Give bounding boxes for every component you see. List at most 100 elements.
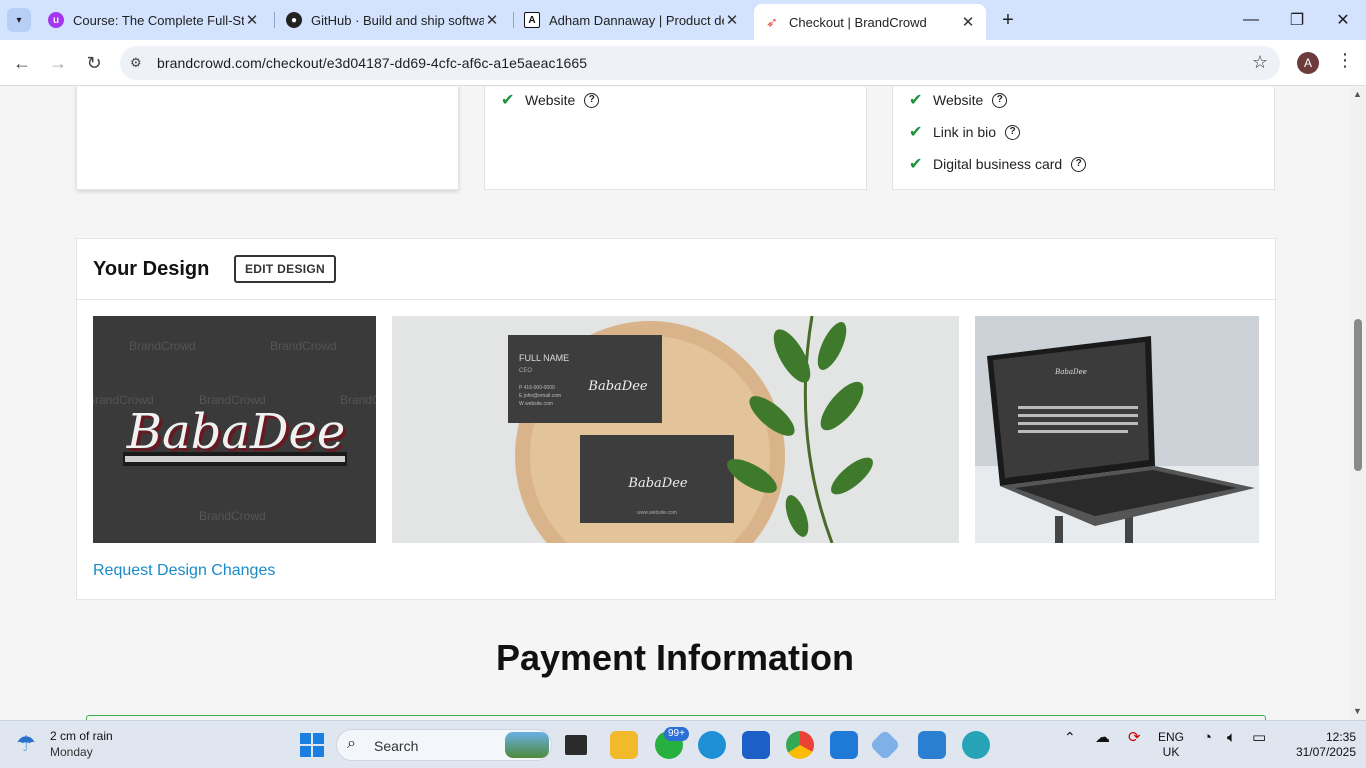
taskbar-search[interactable]: ⌕ Search xyxy=(336,729,552,761)
language-indicator[interactable]: ENG UK xyxy=(1158,730,1184,760)
feature-digital-business-card: ✔ Digital business card ? xyxy=(909,154,1087,174)
close-icon[interactable]: ✕ xyxy=(484,11,500,29)
scrollbar-thumb[interactable] xyxy=(1354,319,1362,471)
business-card-graphic: FULL NAME CEO P 416-000-0000 E john@emai… xyxy=(508,316,873,543)
tab-github[interactable]: ● GitHub · Build and ship software ✕ xyxy=(276,4,510,36)
search-label: Search xyxy=(374,738,419,754)
card-phone: P 416-000-0000 xyxy=(519,385,555,391)
brandcrowd-icon: ➶ xyxy=(766,13,778,30)
new-tab-button[interactable]: + xyxy=(996,8,1020,32)
desk-leg xyxy=(1125,516,1133,543)
help-icon[interactable]: ? xyxy=(1005,124,1021,140)
request-design-changes-link[interactable]: Request Design Changes xyxy=(93,562,275,580)
card-back-logo: BabaDee xyxy=(627,476,687,491)
card-name: FULL NAME xyxy=(519,353,569,363)
store-icon[interactable] xyxy=(742,731,770,759)
card-back-website: www.website.com xyxy=(637,510,677,516)
back-button[interactable]: ← xyxy=(10,51,34,75)
laptop-mockup-image[interactable]: BabaDee xyxy=(975,316,1259,543)
watermark-text: BrandCrowd xyxy=(129,339,196,353)
tab-title: Checkout | BrandCrowd xyxy=(789,14,927,30)
clock[interactable]: 12:35 31/07/2025 xyxy=(1296,730,1356,760)
bookmark-star-icon[interactable]: ☆ xyxy=(1252,52,1268,73)
close-window-button[interactable]: ✕ xyxy=(1320,0,1366,40)
restore-button[interactable]: ❐ xyxy=(1274,0,1320,40)
volume-icon[interactable]: 🔈︎ xyxy=(1227,730,1236,745)
laptop-screen xyxy=(993,342,1149,478)
plan-card-middle: ✔ Website ? xyxy=(484,87,867,190)
browser-tab-bar: ▾ u Course: The Complete Full-Stack ✕ ● … xyxy=(0,0,1366,40)
minimize-button[interactable]: — xyxy=(1228,0,1274,40)
close-icon[interactable]: ✕ xyxy=(244,11,260,29)
plan-card-left xyxy=(76,87,459,190)
card-logo: BabaDee xyxy=(587,379,647,394)
desk-leg xyxy=(1055,516,1063,543)
clock-time: 12:35 xyxy=(1325,730,1356,744)
gear-app-icon[interactable] xyxy=(962,731,990,759)
file-explorer-icon[interactable] xyxy=(610,731,638,759)
tab-title: Adham Dannaway | Product desi xyxy=(549,12,724,28)
chrome-icon[interactable] xyxy=(786,731,814,759)
watermark-text: BrandCrowd xyxy=(340,393,376,407)
help-icon[interactable]: ? xyxy=(1071,156,1087,172)
feature-label: Website xyxy=(525,92,576,108)
feature-website: ✔ Website ? xyxy=(909,90,1008,110)
tab-search-button[interactable]: ▾ xyxy=(7,8,31,32)
feature-label: Website xyxy=(933,92,984,108)
windows-start-icon[interactable] xyxy=(298,731,326,759)
card-website-line: W website.com xyxy=(519,401,553,407)
logo-preview-image[interactable]: BrandCrowd BrandCrowd BrandCrowd BrandCr… xyxy=(93,316,376,543)
sync-icon[interactable]: ⟳ xyxy=(1128,730,1141,745)
lang-region: UK xyxy=(1162,745,1180,759)
battery-icon[interactable]: ▭ xyxy=(1252,730,1266,745)
help-icon[interactable]: ? xyxy=(992,92,1008,108)
reload-button[interactable]: ↻ xyxy=(82,51,106,75)
watermark-text: BrandCrowd xyxy=(270,339,337,353)
feature-label: Digital business card xyxy=(933,156,1063,172)
task-view-icon[interactable] xyxy=(565,735,587,755)
feature-website: ✔ Website ? xyxy=(501,90,600,110)
feature-label: Link in bio xyxy=(933,124,997,140)
adham-logo-icon: A xyxy=(524,12,540,28)
vscode-icon[interactable] xyxy=(830,731,858,759)
help-icon[interactable]: ? xyxy=(584,92,600,108)
edit-design-button[interactable]: EDIT DESIGN xyxy=(234,255,336,283)
photos-icon[interactable] xyxy=(918,731,946,759)
weather-text: 2 cm of rain xyxy=(50,729,113,743)
scroll-down-arrow-icon[interactable]: ▼ xyxy=(1353,706,1362,716)
browser-menu-icon[interactable]: ⋮ xyxy=(1336,50,1354,71)
close-icon[interactable]: ✕ xyxy=(960,13,976,31)
forward-button[interactable]: → xyxy=(46,51,70,75)
business-card-mockup-image[interactable]: FULL NAME CEO P 416-000-0000 E john@emai… xyxy=(392,316,959,543)
tray-chevron-up-icon[interactable]: ⌃ xyxy=(1064,730,1076,745)
design-card-header: Your Design EDIT DESIGN xyxy=(77,239,1275,300)
card-role: CEO xyxy=(519,368,532,374)
profile-avatar[interactable]: A xyxy=(1297,52,1319,74)
tab-course[interactable]: u Course: The Complete Full-Stack ✕ xyxy=(38,4,270,36)
app-diamond-icon[interactable] xyxy=(869,729,901,761)
page-scrollbar[interactable]: ▲ ▼ xyxy=(1350,87,1366,720)
payment-information-heading: Payment Information xyxy=(495,637,855,678)
scroll-up-arrow-icon[interactable]: ▲ xyxy=(1353,89,1362,99)
lang-text: ENG xyxy=(1158,730,1185,744)
wifi-icon[interactable]: ◔ xyxy=(1203,730,1212,745)
rain-umbrella-icon: ☂ xyxy=(16,731,36,756)
design-title: Your Design xyxy=(93,258,210,280)
onedrive-icon[interactable]: ☁ xyxy=(1095,730,1110,745)
address-bar[interactable]: ⚙ brandcrowd.com/checkout/e3d04187-dd69-… xyxy=(120,46,1280,80)
clock-date: 31/07/2025 xyxy=(1295,745,1356,759)
tab-title: GitHub · Build and ship software xyxy=(311,12,484,28)
laptop-graphic: BabaDee xyxy=(975,336,1259,543)
edge-icon[interactable] xyxy=(698,731,726,759)
search-highlight-image xyxy=(505,732,549,758)
windows-taskbar: ☂ 2 cm of rain Monday ⌕ Search 99+ ⌃ ☁ ⟳… xyxy=(0,720,1366,768)
close-icon[interactable]: ✕ xyxy=(724,11,740,29)
check-icon: ✔ xyxy=(909,156,923,173)
url-text[interactable]: brandcrowd.com/checkout/e3d04187-dd69-4c… xyxy=(157,55,587,71)
feature-link-in-bio: ✔ Link in bio ? xyxy=(909,122,1021,142)
laptop-logo: BabaDee xyxy=(1054,368,1087,376)
tab-checkout[interactable]: ➶ Checkout | BrandCrowd ✕ xyxy=(754,4,986,40)
tab-adham[interactable]: A Adham Dannaway | Product desi ✕ xyxy=(514,4,750,36)
site-settings-icon[interactable]: ⚙ xyxy=(130,55,146,71)
check-icon: ✔ xyxy=(909,92,923,109)
